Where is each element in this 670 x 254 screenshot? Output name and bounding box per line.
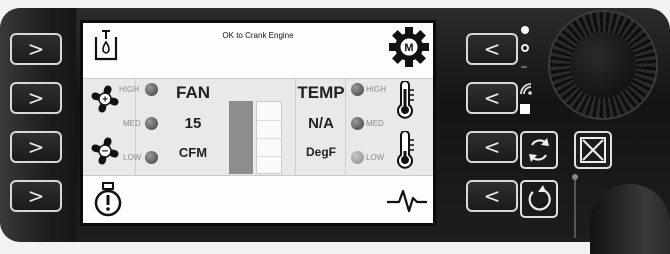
temp-high-led bbox=[351, 83, 364, 96]
display-screen: OK to Crank Engine M + − HIGH MED LOW FA… bbox=[80, 20, 436, 226]
fan-value: 15 bbox=[184, 115, 202, 132]
chevron-left-icon: < bbox=[483, 184, 501, 208]
refresh-icon bbox=[529, 138, 549, 162]
fan-med-label: MED bbox=[123, 119, 141, 128]
lever-rod bbox=[574, 178, 576, 238]
left-soft-key-2[interactable]: > bbox=[10, 82, 62, 114]
left-soft-key-1[interactable]: > bbox=[10, 33, 62, 65]
fan-low-label: LOW bbox=[123, 153, 142, 162]
chevron-right-icon: > bbox=[27, 37, 45, 61]
wifi-icon bbox=[520, 83, 532, 95]
fan-low-led bbox=[145, 151, 158, 164]
close-x-icon bbox=[580, 137, 606, 163]
handle-grip[interactable] bbox=[590, 184, 670, 254]
thermometer-low-icon[interactable] bbox=[393, 131, 417, 169]
status-message: OK to Crank Engine bbox=[222, 31, 294, 40]
fan-unit: CFM bbox=[178, 145, 208, 160]
temp-low-led bbox=[351, 151, 364, 164]
settings-m-icon[interactable]: M bbox=[387, 25, 431, 69]
chevron-right-icon: > bbox=[27, 184, 45, 208]
fan-decrease-icon[interactable]: − bbox=[87, 133, 123, 169]
heartbeat-icon[interactable] bbox=[385, 185, 429, 215]
temp-low-label: LOW bbox=[366, 153, 385, 162]
temp-value: N/A bbox=[308, 115, 334, 132]
lever-tip bbox=[572, 174, 578, 180]
refresh-button[interactable] bbox=[520, 131, 558, 169]
temp-med-label: MED bbox=[366, 119, 384, 128]
indicator-dash bbox=[521, 66, 527, 68]
temp-unit: DegF bbox=[306, 145, 336, 159]
rotary-knob[interactable] bbox=[548, 10, 658, 120]
right-soft-key-2[interactable]: < bbox=[466, 82, 518, 114]
chevron-right-icon: > bbox=[27, 135, 45, 159]
fan-increase-icon[interactable]: + bbox=[87, 81, 123, 117]
fan-high-led bbox=[145, 83, 158, 96]
square-indicator bbox=[520, 104, 530, 114]
right-soft-key-4[interactable]: < bbox=[466, 180, 518, 212]
fan-bar-gauge bbox=[229, 101, 253, 174]
temp-high-label: HIGH bbox=[366, 85, 386, 94]
fan-med-led bbox=[145, 117, 158, 130]
left-soft-key-4[interactable]: > bbox=[10, 180, 62, 212]
svg-text:+: + bbox=[102, 95, 108, 106]
left-soft-key-3[interactable]: > bbox=[10, 131, 62, 163]
chevron-left-icon: < bbox=[483, 37, 501, 61]
power-indicator-led bbox=[521, 26, 529, 34]
reset-icon bbox=[528, 185, 551, 211]
warning-icon[interactable] bbox=[93, 181, 123, 219]
chevron-left-icon: < bbox=[483, 86, 501, 110]
chevron-left-icon: < bbox=[483, 135, 501, 159]
right-soft-key-3[interactable]: < bbox=[466, 131, 518, 163]
right-soft-key-1[interactable]: < bbox=[466, 33, 518, 65]
thermometer-high-icon[interactable] bbox=[393, 81, 417, 119]
reset-button[interactable] bbox=[520, 180, 558, 218]
temp-bar-gauge bbox=[256, 101, 282, 174]
svg-text:M: M bbox=[404, 42, 413, 54]
fan-title: FAN bbox=[176, 83, 210, 102]
temp-med-led bbox=[351, 117, 364, 130]
close-button[interactable] bbox=[574, 131, 612, 169]
status-indicator-led bbox=[521, 44, 529, 52]
chevron-right-icon: > bbox=[27, 86, 45, 110]
fuel-level-icon[interactable] bbox=[93, 29, 119, 63]
svg-text:−: − bbox=[102, 146, 108, 158]
fan-high-label: HIGH bbox=[119, 85, 139, 94]
temp-title: TEMP bbox=[297, 83, 345, 102]
knob-center bbox=[570, 32, 636, 98]
